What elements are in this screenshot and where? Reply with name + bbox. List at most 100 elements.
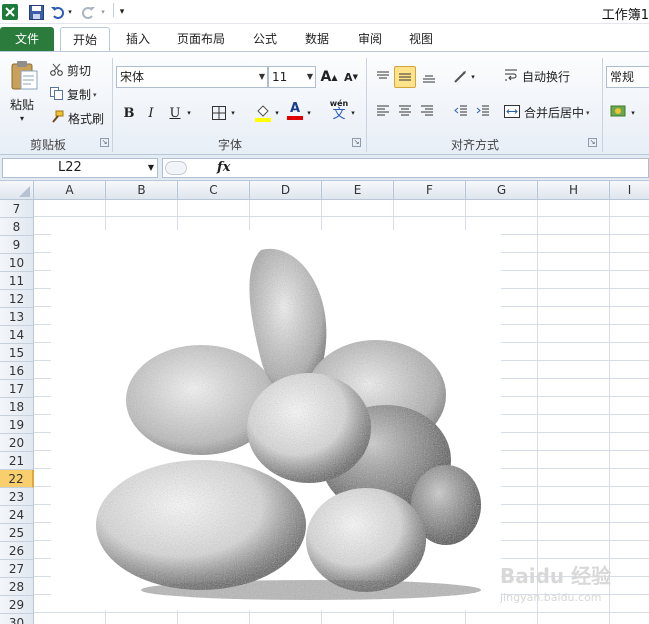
borders-icon[interactable] bbox=[208, 102, 230, 124]
underline-button[interactable]: U bbox=[164, 102, 186, 124]
name-box-dropdown-icon[interactable]: ▼ bbox=[148, 159, 154, 177]
tab-page-layout[interactable]: 页面布局 bbox=[170, 27, 232, 51]
tab-review[interactable]: 审阅 bbox=[350, 27, 390, 51]
row-header-27[interactable]: 27 bbox=[0, 560, 34, 578]
fruit-sketch-image[interactable] bbox=[51, 230, 501, 610]
row-header-15[interactable]: 15 bbox=[0, 344, 34, 362]
row-header-19[interactable]: 19 bbox=[0, 416, 34, 434]
undo-dropdown-icon[interactable]: ▾ bbox=[66, 3, 74, 21]
font-color-button[interactable]: A bbox=[284, 100, 306, 122]
insert-function-icon[interactable]: fx bbox=[217, 160, 230, 175]
fill-color-icon[interactable] bbox=[252, 102, 274, 124]
align-right-icon[interactable] bbox=[416, 100, 438, 122]
paste-icon[interactable] bbox=[6, 58, 42, 92]
tab-view[interactable]: 视图 bbox=[401, 27, 441, 51]
copy-button[interactable]: 复制 ▾ bbox=[50, 86, 97, 103]
merge-center-label: 合并后居中 bbox=[524, 106, 585, 120]
align-center-icon[interactable] bbox=[394, 100, 416, 122]
column-header-g[interactable]: G bbox=[466, 181, 538, 200]
align-bottom-icon[interactable] bbox=[418, 66, 440, 88]
row-header-23[interactable]: 23 bbox=[0, 488, 34, 506]
paste-dropdown-icon[interactable]: ▾ bbox=[20, 114, 24, 123]
redo-icon[interactable] bbox=[82, 3, 96, 21]
row-header-9[interactable]: 9 bbox=[0, 236, 34, 254]
font-name-dropdown-icon[interactable]: ▼ bbox=[259, 67, 265, 87]
select-all-corner[interactable] bbox=[0, 181, 34, 200]
bold-button[interactable]: B bbox=[118, 102, 140, 124]
row-header-24[interactable]: 24 bbox=[0, 506, 34, 524]
redo-dropdown-icon[interactable]: ▾ bbox=[99, 3, 107, 21]
align-left-icon[interactable] bbox=[372, 100, 394, 122]
wrap-text-button[interactable]: 自动换行 bbox=[504, 68, 570, 85]
customize-icon[interactable]: ▾ bbox=[117, 3, 127, 21]
row-header-28[interactable]: 28 bbox=[0, 578, 34, 596]
alignment-launcher-icon[interactable]: ↘ bbox=[588, 138, 597, 147]
row-header-26[interactable]: 26 bbox=[0, 542, 34, 560]
row-header-25[interactable]: 25 bbox=[0, 524, 34, 542]
font-size-value: 11 bbox=[272, 70, 288, 84]
orientation-dropdown-icon[interactable]: ▾ bbox=[468, 66, 478, 88]
column-header-e[interactable]: E bbox=[322, 181, 394, 200]
row-header-17[interactable]: 17 bbox=[0, 380, 34, 398]
font-launcher-icon[interactable]: ↘ bbox=[352, 138, 361, 147]
italic-button[interactable]: I bbox=[140, 102, 162, 124]
font-color-dropdown-icon[interactable]: ▾ bbox=[304, 102, 314, 124]
row-header-21[interactable]: 21 bbox=[0, 452, 34, 470]
row-header-11[interactable]: 11 bbox=[0, 272, 34, 290]
tab-home[interactable]: 开始 bbox=[60, 27, 110, 52]
format-painter-button[interactable]: 格式刷 bbox=[50, 110, 104, 127]
increase-indent-icon[interactable] bbox=[472, 100, 494, 122]
tab-data[interactable]: 数据 bbox=[297, 27, 337, 51]
decrease-indent-icon[interactable] bbox=[450, 100, 472, 122]
copy-dropdown-icon[interactable]: ▾ bbox=[93, 91, 97, 99]
align-middle-icon[interactable] bbox=[394, 66, 416, 88]
row-header-7[interactable]: 7 bbox=[0, 200, 34, 218]
font-size-dropdown-icon[interactable]: ▼ bbox=[307, 67, 313, 87]
formula-input[interactable]: fx bbox=[162, 158, 649, 178]
row-header-14[interactable]: 14 bbox=[0, 326, 34, 344]
number-format-combo[interactable]: 常规 bbox=[606, 66, 649, 88]
clipboard-launcher-icon[interactable]: ↘ bbox=[100, 138, 109, 147]
shrink-font-button[interactable]: A ▼ bbox=[340, 66, 362, 88]
grow-font-button[interactable]: A ▲ bbox=[318, 66, 340, 88]
column-header-f[interactable]: F bbox=[394, 181, 466, 200]
merge-center-dropdown-icon[interactable]: ▾ bbox=[586, 109, 590, 117]
merge-center-button[interactable]: 合并后居中 ▾ bbox=[504, 104, 590, 121]
scissors-icon bbox=[50, 63, 63, 79]
row-header-12[interactable]: 12 bbox=[0, 290, 34, 308]
column-header-b[interactable]: B bbox=[106, 181, 178, 200]
row-header-20[interactable]: 20 bbox=[0, 434, 34, 452]
fill-color-dropdown-icon[interactable]: ▾ bbox=[272, 102, 282, 124]
wrap-text-icon bbox=[504, 68, 518, 85]
tab-file[interactable]: 文件 bbox=[0, 27, 54, 51]
font-name-combo[interactable]: 宋体 ▼ bbox=[116, 66, 268, 88]
accounting-dropdown-icon[interactable]: ▾ bbox=[628, 102, 638, 124]
cut-button[interactable]: 剪切 bbox=[50, 62, 91, 79]
row-header-16[interactable]: 16 bbox=[0, 362, 34, 380]
excel-logo-icon[interactable] bbox=[2, 3, 18, 21]
underline-dropdown-icon[interactable]: ▾ bbox=[184, 102, 194, 124]
row-header-8[interactable]: 8 bbox=[0, 218, 34, 236]
undo-icon[interactable] bbox=[50, 3, 64, 21]
row-header-18[interactable]: 18 bbox=[0, 398, 34, 416]
align-top-icon[interactable] bbox=[372, 66, 394, 88]
save-icon[interactable] bbox=[28, 3, 44, 21]
row-header-30[interactable]: 30 bbox=[0, 614, 34, 624]
tab-formulas[interactable]: 公式 bbox=[246, 27, 284, 51]
name-box[interactable]: L22 ▼ bbox=[2, 158, 158, 178]
row-header-10[interactable]: 10 bbox=[0, 254, 34, 272]
row-header-29[interactable]: 29 bbox=[0, 596, 34, 614]
borders-dropdown-icon[interactable]: ▾ bbox=[228, 102, 238, 124]
row-header-22[interactable]: 22 bbox=[0, 470, 34, 488]
column-header-d[interactable]: D bbox=[250, 181, 322, 200]
phonetic-dropdown-icon[interactable]: ▾ bbox=[348, 102, 358, 124]
font-size-combo[interactable]: 11 ▼ bbox=[268, 66, 316, 88]
tab-insert[interactable]: 插入 bbox=[118, 27, 158, 51]
accounting-format-icon[interactable] bbox=[608, 100, 630, 122]
row-header-13[interactable]: 13 bbox=[0, 308, 34, 326]
column-header-a[interactable]: A bbox=[34, 181, 106, 200]
column-header-i[interactable]: I bbox=[610, 181, 649, 200]
paste-button[interactable]: 粘贴 bbox=[10, 96, 34, 113]
column-header-h[interactable]: H bbox=[538, 181, 610, 200]
column-header-c[interactable]: C bbox=[178, 181, 250, 200]
